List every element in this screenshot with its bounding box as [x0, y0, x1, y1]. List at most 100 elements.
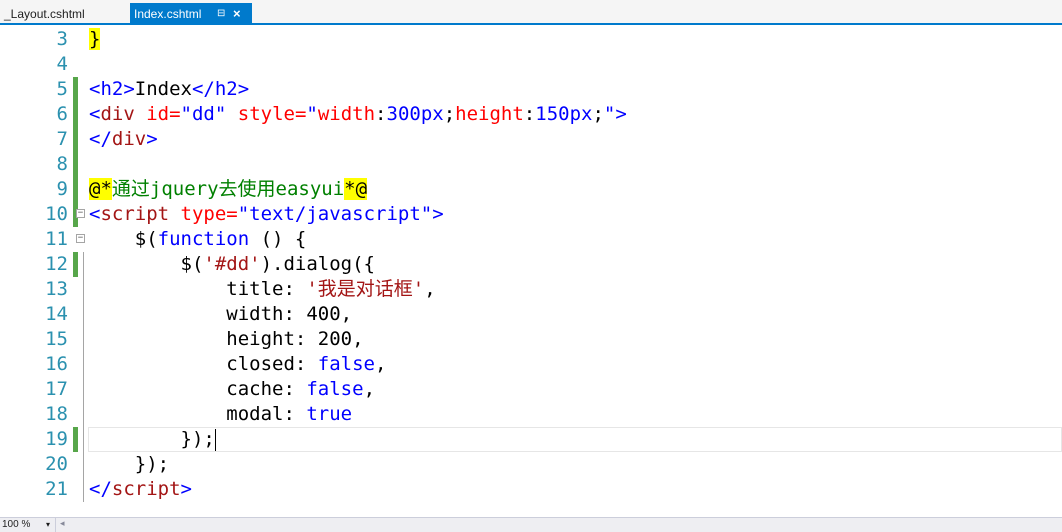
code-text: <script type="text/javascript">	[89, 203, 444, 225]
code-line-current: 19 });	[0, 427, 1062, 452]
tab-label: _Layout.cshtml	[4, 7, 85, 21]
change-margin	[73, 177, 78, 202]
line-number: 20	[45, 453, 68, 475]
code-line: 4	[0, 52, 1062, 77]
change-margin	[73, 77, 78, 102]
line-number: 15	[45, 328, 68, 350]
change-margin	[73, 127, 78, 152]
code-line: 6 <div id="dd" style="width:300px;height…	[0, 102, 1062, 127]
code-text: $('#dd').dialog({	[180, 253, 375, 275]
code-line: 17 cache: false,	[0, 377, 1062, 402]
pin-icon[interactable]: ⊟	[217, 3, 225, 25]
code-line: 11 − $(function () {	[0, 227, 1062, 252]
outline-guide	[83, 477, 84, 502]
tab-index-cshtml[interactable]: Index.cshtml ⊟ ×	[130, 3, 252, 25]
code-lines: 3 } 4 5 <h2>Index</h2> 6 <div id="dd" st…	[0, 27, 1062, 502]
outline-guide	[83, 352, 84, 377]
line-number: 11	[45, 228, 68, 250]
code-text: closed: false,	[226, 353, 387, 375]
code-line: 9 @*通过jquery去使用easyui*@	[0, 177, 1062, 202]
code-text: cache: false,	[226, 378, 376, 400]
outline-guide	[83, 327, 84, 352]
code-line: 18 modal: true	[0, 402, 1062, 427]
code-text: <h2>Index</h2>	[89, 78, 250, 100]
line-number: 9	[56, 178, 68, 200]
code-line: 16 closed: false,	[0, 352, 1062, 377]
code-text: });	[180, 428, 216, 451]
change-margin	[73, 327, 78, 352]
code-line: 5 <h2>Index</h2>	[0, 77, 1062, 102]
line-number: 13	[45, 278, 68, 300]
line-number: 16	[45, 353, 68, 375]
close-icon[interactable]: ×	[233, 3, 241, 25]
change-margin	[73, 427, 78, 452]
code-text: width: 400,	[226, 303, 353, 325]
tab-label: Index.cshtml	[134, 7, 202, 21]
collapse-outline-icon[interactable]: −	[76, 209, 85, 218]
line-number: 14	[45, 303, 68, 325]
code-text: $(function () {	[134, 228, 307, 250]
outline-guide	[83, 402, 84, 427]
current-line-highlight	[88, 427, 1062, 452]
change-margin	[73, 52, 78, 77]
code-text: modal: true	[226, 403, 353, 425]
code-text: title: '我是对话框',	[226, 278, 436, 300]
code-line: 14 width: 400,	[0, 302, 1062, 327]
change-margin	[73, 27, 78, 52]
change-margin	[73, 452, 78, 477]
change-margin	[73, 252, 78, 277]
code-line: 10 − <script type="text/javascript">	[0, 202, 1062, 227]
line-number: 21	[45, 478, 68, 500]
code-text: }	[89, 28, 101, 50]
line-number: 7	[56, 128, 68, 150]
line-number: 18	[45, 403, 68, 425]
code-text: </script>	[89, 478, 192, 500]
editor-status-bar: 100 % ▾ ◂	[0, 517, 1062, 532]
change-margin	[73, 302, 78, 327]
line-number: 5	[56, 78, 68, 100]
code-line: 20 });	[0, 452, 1062, 477]
tab-layout-cshtml[interactable]: _Layout.cshtml	[0, 3, 126, 25]
code-line: 13 title: '我是对话框',	[0, 277, 1062, 302]
line-number: 12	[45, 253, 68, 275]
change-margin	[73, 102, 78, 127]
scroll-left-icon[interactable]: ◂	[60, 519, 65, 529]
code-line: 12 $('#dd').dialog({	[0, 252, 1062, 277]
outline-guide	[83, 377, 84, 402]
line-number: 4	[56, 53, 68, 75]
zoom-dropdown[interactable]: 100 % ▾	[0, 518, 56, 532]
code-line: 8	[0, 152, 1062, 177]
change-margin	[73, 152, 78, 177]
code-editor[interactable]: 3 } 4 5 <h2>Index</h2> 6 <div id="dd" st…	[0, 25, 1062, 517]
line-number: 3	[56, 28, 68, 50]
code-line: 3 }	[0, 27, 1062, 52]
text-caret	[214, 428, 216, 451]
outline-guide	[83, 277, 84, 302]
code-line: 21 </script>	[0, 477, 1062, 502]
outline-guide	[83, 302, 84, 327]
line-number: 17	[45, 378, 68, 400]
change-margin	[73, 377, 78, 402]
code-line: 15 height: 200,	[0, 327, 1062, 352]
code-text: });	[134, 453, 170, 475]
line-number: 6	[56, 103, 68, 125]
change-margin	[73, 477, 78, 502]
code-text: </div>	[89, 128, 158, 150]
collapse-outline-icon[interactable]: −	[76, 234, 85, 243]
zoom-level: 100 %	[2, 519, 31, 530]
change-margin	[73, 277, 78, 302]
document-tab-bar: _Layout.cshtml Index.cshtml ⊟ ×	[0, 0, 1062, 25]
change-margin	[73, 352, 78, 377]
code-line: 7 </div>	[0, 127, 1062, 152]
line-number: 8	[56, 153, 68, 175]
code-text: <div id="dd" style="width:300px;height:1…	[89, 103, 627, 125]
code-text: height: 200,	[226, 328, 364, 350]
outline-guide	[83, 427, 84, 452]
line-number: 10	[45, 203, 68, 225]
code-text: @*通过jquery去使用easyui*@	[89, 178, 368, 200]
line-number: 19	[45, 428, 68, 450]
chevron-down-icon: ▾	[46, 520, 51, 529]
outline-guide	[83, 452, 84, 477]
outline-guide	[83, 252, 84, 277]
change-margin	[73, 402, 78, 427]
